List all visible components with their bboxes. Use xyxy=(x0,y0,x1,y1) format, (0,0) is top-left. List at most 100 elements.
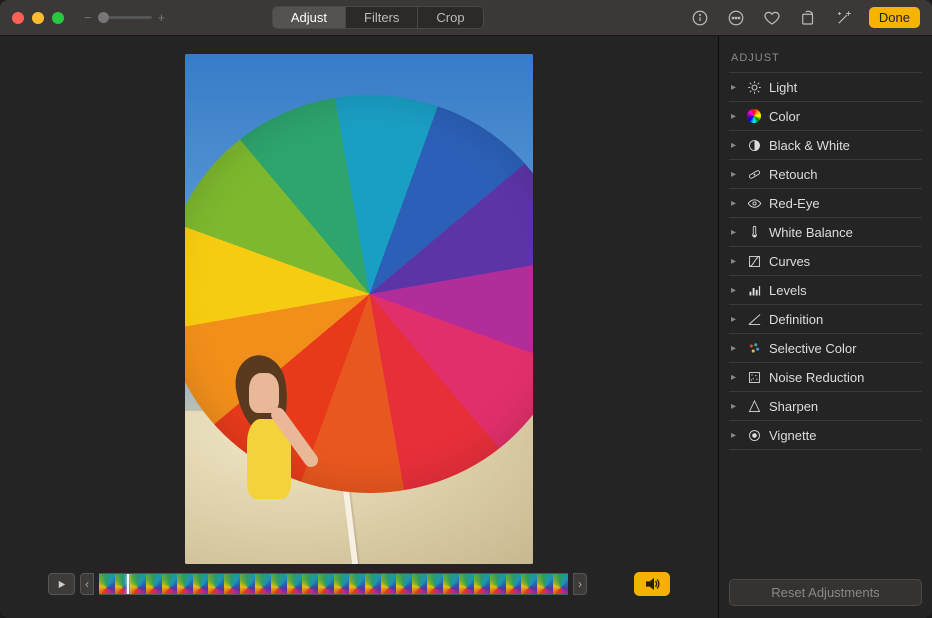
filmstrip-frame xyxy=(396,574,412,594)
adjustment-white-balance[interactable]: ▸White Balance xyxy=(729,218,922,247)
chevron-right-icon: ▸ xyxy=(731,372,739,383)
favorite-icon[interactable] xyxy=(761,7,783,29)
adjustment-retouch[interactable]: ▸ Retouch xyxy=(729,160,922,189)
zoom-in-icon: + xyxy=(158,10,166,25)
vignette-icon xyxy=(746,427,762,443)
play-button[interactable] xyxy=(48,573,75,595)
eye-icon xyxy=(746,195,762,211)
titlebar: − + Adjust Filters Crop Do xyxy=(0,0,932,36)
chevron-right-icon: ▸ xyxy=(731,256,739,267)
filmstrip-frame xyxy=(162,574,178,594)
filmstrip-frame xyxy=(537,574,553,594)
bandaid-icon xyxy=(746,166,762,182)
zoom-knob[interactable] xyxy=(98,12,109,23)
filmstrip-frame xyxy=(506,574,522,594)
chevron-right-icon: ▸ xyxy=(731,111,739,122)
sharpen-icon xyxy=(746,398,762,414)
auto-enhance-icon[interactable] xyxy=(833,7,855,29)
fullscreen-window-button[interactable] xyxy=(52,12,64,24)
close-window-button[interactable] xyxy=(12,12,24,24)
filmstrip-frame xyxy=(302,574,318,594)
editor-body: ‹ › ADJUST ▸Light▸Color▸Black & White▸Re… xyxy=(0,36,932,618)
adjustment-label: Noise Reduction xyxy=(769,370,864,385)
adjustment-label: Vignette xyxy=(769,428,816,443)
filmstrip-frame xyxy=(365,574,381,594)
window-controls xyxy=(12,12,64,24)
chevron-right-icon: ▸ xyxy=(731,82,739,93)
trim-start-handle[interactable]: ‹ xyxy=(80,573,94,595)
adjustment-label: Curves xyxy=(769,254,810,269)
adjustment-light[interactable]: ▸Light xyxy=(729,73,922,102)
adjustment-color[interactable]: ▸Color xyxy=(729,102,922,131)
filmstrip-frame xyxy=(99,574,115,594)
reset-adjustments-button[interactable]: Reset Adjustments xyxy=(729,579,922,606)
filmstrip-frame xyxy=(490,574,506,594)
adjustment-noise-reduction[interactable]: ▸ Noise Reduction xyxy=(729,363,922,392)
zoom-slider[interactable]: − + xyxy=(84,10,165,25)
light-icon xyxy=(746,79,762,95)
rotate-icon[interactable] xyxy=(797,7,819,29)
more-icon[interactable] xyxy=(725,7,747,29)
filmstrip-frame xyxy=(224,574,240,594)
tab-adjust[interactable]: Adjust xyxy=(273,7,346,28)
chevron-right-icon: ▸ xyxy=(731,198,739,209)
adjustment-label: Sharpen xyxy=(769,399,818,414)
filmstrip-frame xyxy=(287,574,303,594)
filmstrip-frame xyxy=(474,574,490,594)
chevron-right-icon: ▸ xyxy=(731,430,739,441)
photos-edit-window: − + Adjust Filters Crop Do xyxy=(0,0,932,618)
trim-end-handle[interactable]: › xyxy=(573,573,587,595)
definition-icon xyxy=(746,311,762,327)
tab-crop[interactable]: Crop xyxy=(418,7,482,28)
adjustments-list: ▸Light▸Color▸Black & White▸Retouch▸Red-E… xyxy=(729,73,922,450)
noise-icon xyxy=(746,369,762,385)
color-wheel-icon xyxy=(746,108,762,124)
filmstrip[interactable] xyxy=(99,573,568,595)
filmstrip-frame xyxy=(334,574,350,594)
filmstrip-frame xyxy=(271,574,287,594)
done-button[interactable]: Done xyxy=(869,7,920,28)
adjustment-definition[interactable]: ▸ Definition xyxy=(729,305,922,334)
info-icon[interactable] xyxy=(689,7,711,29)
curves-icon xyxy=(746,253,762,269)
filmstrip-frame xyxy=(412,574,428,594)
toolbar-right-icons: Done xyxy=(689,7,920,29)
adjustment-label: Definition xyxy=(769,312,823,327)
filmstrip-frame xyxy=(240,574,256,594)
zoom-track[interactable] xyxy=(98,16,152,19)
sidebar-title: ADJUST xyxy=(729,46,922,73)
adjustment-label: Black & White xyxy=(769,138,850,153)
edit-mode-tabs: Adjust Filters Crop xyxy=(272,6,484,29)
filmstrip-frame xyxy=(443,574,459,594)
adjustment-vignette[interactable]: ▸ Vignette xyxy=(729,421,922,450)
chevron-right-icon: ▸ xyxy=(731,140,739,151)
chevron-right-icon: ▸ xyxy=(731,401,739,412)
timeline: ‹ › xyxy=(20,564,698,608)
preview-person xyxy=(227,333,309,513)
adjustment-curves[interactable]: ▸ Curves xyxy=(729,247,922,276)
audio-button[interactable] xyxy=(634,572,670,596)
filmstrip-frame xyxy=(349,574,365,594)
tab-filters[interactable]: Filters xyxy=(346,7,418,28)
adjustment-label: Levels xyxy=(769,283,807,298)
chevron-right-icon: ▸ xyxy=(731,314,739,325)
filmstrip-frame xyxy=(130,574,146,594)
adjustment-sharpen[interactable]: ▸ Sharpen xyxy=(729,392,922,421)
filmstrip-frame xyxy=(146,574,162,594)
playhead[interactable] xyxy=(127,573,129,595)
filmstrip-frame xyxy=(521,574,537,594)
adjustment-black-white[interactable]: ▸ Black & White xyxy=(729,131,922,160)
adjustment-red-eye[interactable]: ▸ Red-Eye xyxy=(729,189,922,218)
filmstrip-frame xyxy=(255,574,271,594)
chevron-right-icon: ▸ xyxy=(731,343,739,354)
minimize-window-button[interactable] xyxy=(32,12,44,24)
filmstrip-frame xyxy=(208,574,224,594)
filmstrip-frame xyxy=(318,574,334,594)
photo-preview[interactable] xyxy=(185,54,533,564)
adjustment-selective-color[interactable]: ▸Selective Color xyxy=(729,334,922,363)
adjustment-label: Retouch xyxy=(769,167,817,182)
filmstrip-frame xyxy=(177,574,193,594)
adjustment-label: Red-Eye xyxy=(769,196,820,211)
chevron-right-icon: ▸ xyxy=(731,169,739,180)
adjustment-levels[interactable]: ▸Levels xyxy=(729,276,922,305)
